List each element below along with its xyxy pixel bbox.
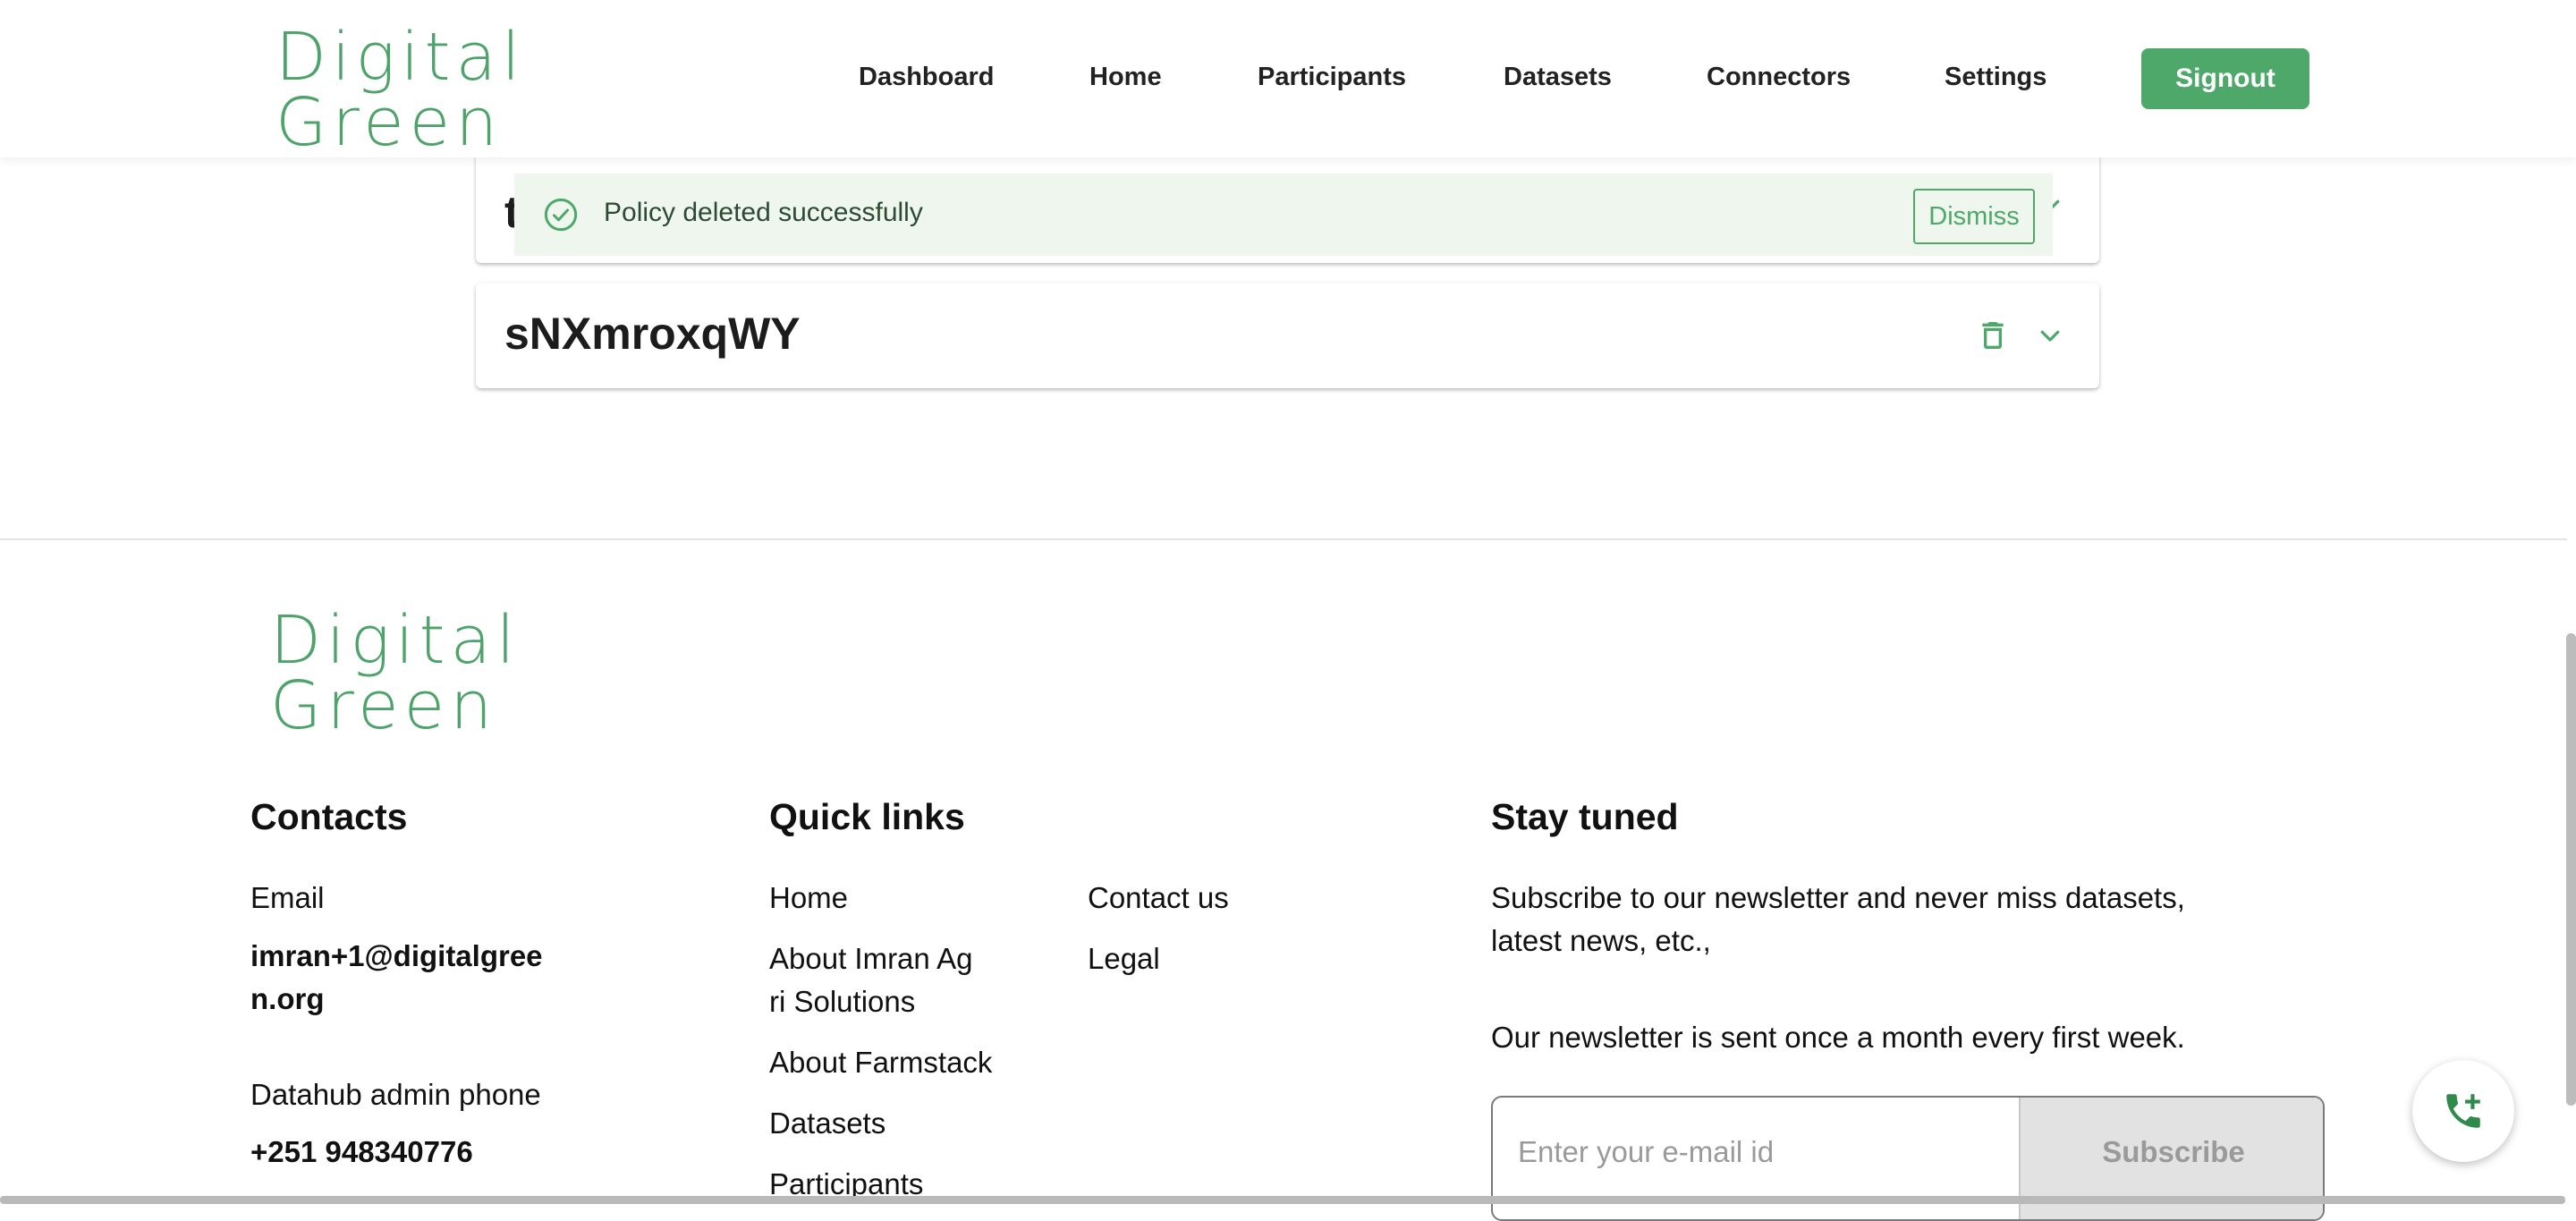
trash-icon[interactable]: [1975, 318, 2011, 353]
contacts-heading: Contacts: [250, 796, 408, 837]
footer-divider: [0, 538, 2567, 540]
success-toast: Policy deleted successfully Dismiss: [514, 174, 2053, 256]
stay-tuned-heading: Stay tuned: [1491, 796, 1679, 837]
nav-connectors[interactable]: Connectors: [1707, 63, 1851, 92]
logo-line-1: Digital: [275, 19, 526, 96]
phone-label: Datahub admin phone: [250, 1078, 541, 1111]
phone-value: +251 948340776: [250, 1135, 473, 1168]
call-support-button[interactable]: [2412, 1060, 2514, 1162]
nav-settings[interactable]: Settings: [1945, 63, 2046, 92]
nav-home[interactable]: Home: [1089, 63, 1162, 92]
logo-line-2: Green: [275, 83, 504, 161]
signout-button[interactable]: Signout: [2141, 48, 2309, 109]
email-value-line-2: n.org: [250, 982, 325, 1015]
chevron-down-icon[interactable]: [2037, 322, 2063, 349]
logo-line-2: Green: [270, 666, 498, 744]
nav-participants[interactable]: Participants: [1258, 63, 1406, 92]
footer-link-about-org-line-1[interactable]: About Imran Ag: [769, 937, 972, 980]
email-value-line-1: imran+1@digitalgree: [250, 939, 543, 972]
policy-card[interactable]: sNXmroxqWY: [476, 283, 2099, 388]
policy-title: sNXmroxqWY: [504, 309, 801, 359]
nav-datasets[interactable]: Datasets: [1504, 63, 1612, 92]
email-label: Email: [250, 881, 325, 914]
footer-link-contact-us[interactable]: Contact us: [1088, 877, 1229, 920]
horizontal-scrollbar[interactable]: [0, 1196, 2565, 1204]
footer-link-about-farmstack[interactable]: About Farmstack: [769, 1041, 992, 1084]
footer-link-about-org-line-2[interactable]: ri Solutions: [769, 980, 915, 1023]
newsletter-email-input[interactable]: [1516, 1124, 2003, 1180]
top-navbar: Digital Green Dashboard Home Participant…: [0, 0, 2576, 157]
digital-green-logo[interactable]: Digital Green: [275, 19, 526, 161]
nav-dashboard[interactable]: Dashboard: [859, 63, 994, 92]
footer-logo[interactable]: Digital Green: [270, 602, 521, 744]
phone-add-icon: [2446, 1094, 2480, 1128]
footer-link-home[interactable]: Home: [769, 877, 848, 920]
newsletter-description-line-1: Subscribe to our newsletter and never mi…: [1491, 881, 2185, 914]
footer-link-legal[interactable]: Legal: [1088, 937, 1160, 980]
newsletter-frequency-note: Our newsletter is sent once a month ever…: [1491, 1021, 2185, 1054]
footer-link-datasets[interactable]: Datasets: [769, 1102, 886, 1145]
dismiss-button[interactable]: Dismiss: [1913, 189, 2035, 244]
newsletter-description-line-2: latest news, etc.,: [1491, 924, 1711, 957]
quick-links-heading: Quick links: [769, 796, 965, 837]
check-circle-icon: [544, 198, 578, 232]
vertical-scrollbar[interactable]: [2566, 633, 2576, 1106]
logo-line-1: Digital: [270, 602, 521, 679]
toast-message: Policy deleted successfully: [604, 198, 923, 227]
